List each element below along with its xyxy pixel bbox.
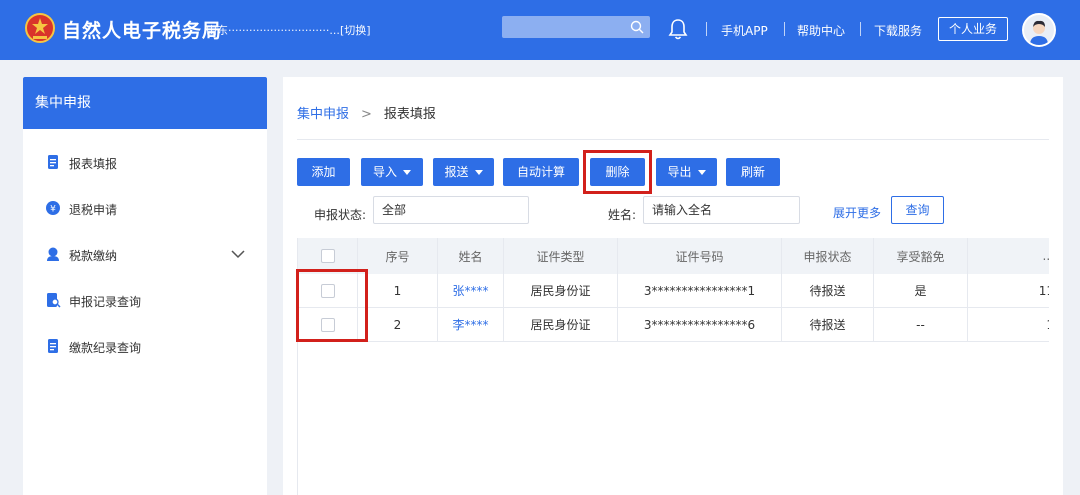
add-button[interactable]: 添加 (297, 158, 350, 186)
column-header: 享受豁免 (874, 238, 968, 274)
breadcrumb-current: 报表填报 (383, 107, 436, 122)
sidebar-item-label: 退税申请 (69, 203, 118, 217)
table-row[interactable]: 2 李**** 居民身份证 3****************6 待报送 -- … (298, 308, 1049, 342)
column-header: 申报状态 (782, 238, 874, 274)
submit-button[interactable]: 报送 (433, 158, 494, 186)
exempt-cell: -- (874, 308, 968, 341)
search-input[interactable] (502, 16, 650, 38)
select-all-checkbox[interactable] (320, 249, 335, 263)
sidebar-item-report-filling[interactable]: 报表填报 (45, 153, 265, 173)
header-divider (706, 22, 707, 36)
declaration-table: 序号 姓名 证件类型 证件号码 申报状态 享受豁免 ... 1 张**** 居民… (297, 238, 1049, 495)
query-button[interactable]: 查询 (891, 196, 944, 224)
sidebar-item-label: 税款缴纳 (69, 249, 118, 263)
personal-business-button[interactable]: 个人业务 (938, 17, 1008, 41)
download-service-link[interactable]: 下载服务 (874, 22, 922, 39)
sidebar-title: 集中申报 (23, 77, 267, 129)
breadcrumb-separator: > (361, 107, 372, 122)
status-filter-label: 申报状态: (314, 208, 367, 222)
export-button[interactable]: 导出 (656, 158, 717, 186)
user-avatar-icon (1024, 15, 1054, 45)
auto-calculate-label: 自动计算 (516, 165, 565, 179)
auto-calculate-button[interactable]: 自动计算 (503, 158, 579, 186)
avatar[interactable] (1022, 13, 1056, 47)
bell-icon[interactable] (668, 18, 688, 40)
sidebar-item-refund[interactable]: ¥ 退税申请 (45, 199, 265, 219)
add-button-label: 添加 (311, 165, 336, 179)
refresh-button-label: 刷新 (740, 165, 765, 179)
name-link[interactable]: 李**** (438, 308, 504, 341)
delete-highlight-box (583, 150, 652, 194)
chevron-down-icon[interactable] (231, 249, 245, 259)
refresh-button[interactable]: 刷新 (726, 158, 780, 186)
id-type-cell: 居民身份证 (504, 308, 618, 341)
id-type-cell: 居民身份证 (504, 274, 618, 307)
breadcrumb: 集中申报 > 报表填报 (297, 103, 436, 122)
document-icon (48, 155, 58, 169)
caret-down-icon (403, 170, 411, 175)
sidebar-item-label: 缴款纪录查询 (69, 341, 142, 355)
payment-icon (47, 247, 59, 261)
sidebar-item-declaration-records[interactable]: 申报记录查询 (45, 291, 265, 311)
divider (297, 139, 1049, 140)
region-label: 山东·····························... (206, 24, 340, 37)
sidebar: 集中申报 报表填报 ¥ 退税申请 税款缴纳 申报记录查询 缴款纪录查询 (23, 77, 267, 495)
column-header: ... (1042, 249, 1049, 263)
table-header: 序号 姓名 证件类型 证件号码 申报状态 享受豁免 ... (298, 238, 1049, 274)
name-filter-input[interactable]: 请输入全名 (643, 196, 800, 224)
import-button-label: 导入 (372, 165, 397, 179)
caret-down-icon (697, 170, 706, 175)
caret-down-icon (474, 170, 483, 175)
extra-cell: 1 (968, 308, 1049, 341)
column-header: 证件号码 (618, 238, 782, 274)
table-row[interactable]: 1 张**** 居民身份证 3****************1 待报送 是 1… (298, 274, 1049, 308)
search-record-icon (47, 293, 61, 308)
submit-button-label: 报送 (444, 165, 469, 179)
header-divider (860, 22, 861, 36)
index-cell: 2 (358, 308, 438, 341)
checkbox-highlight-box (296, 269, 368, 342)
sidebar-item-label: 报表填报 (69, 157, 118, 171)
help-center-link[interactable]: 帮助中心 (797, 22, 845, 39)
sidebar-item-payment-records[interactable]: 缴款纪录查询 (45, 337, 265, 357)
column-header: 证件类型 (504, 238, 618, 274)
expand-more-link[interactable]: 展开更多 (833, 204, 881, 221)
column-header: 姓名 (438, 238, 504, 274)
sidebar-item-label: 申报记录查询 (69, 295, 142, 309)
extra-cell: 11 (1038, 283, 1049, 298)
switch-region-link[interactable]: [切换] (340, 22, 371, 38)
header-divider (784, 22, 785, 36)
tax-emblem-icon (25, 13, 55, 43)
search-icon[interactable] (630, 20, 644, 34)
status-filter-select[interactable]: 全部 (373, 196, 529, 224)
app-title: 自然人电子税务局 (62, 20, 223, 42)
export-button-label: 导出 (667, 165, 692, 179)
name-filter-label: 姓名: (608, 208, 637, 222)
status-cell: 待报送 (782, 308, 874, 341)
top-header: 自然人电子税务局 山东·····························… (0, 0, 1080, 60)
column-header: 序号 (358, 238, 438, 274)
mobile-app-link[interactable]: 手机APP (721, 22, 768, 39)
main-panel: 集中申报 > 报表填报 添加 导入 报送 自动计算 删除 导出 刷新 申报状态: 全… (283, 77, 1063, 495)
refund-icon: ¥ (46, 201, 60, 215)
id-number-cell: 3****************1 (618, 274, 782, 307)
breadcrumb-parent-link[interactable]: 集中申报 (297, 107, 349, 122)
status-cell: 待报送 (782, 274, 874, 307)
document-icon (48, 339, 58, 353)
index-cell: 1 (358, 274, 438, 307)
name-link[interactable]: 张**** (438, 274, 504, 307)
id-number-cell: 3****************6 (618, 308, 782, 341)
import-button[interactable]: 导入 (361, 158, 423, 186)
exempt-cell: 是 (874, 274, 968, 307)
svg-text:¥: ¥ (50, 205, 56, 215)
